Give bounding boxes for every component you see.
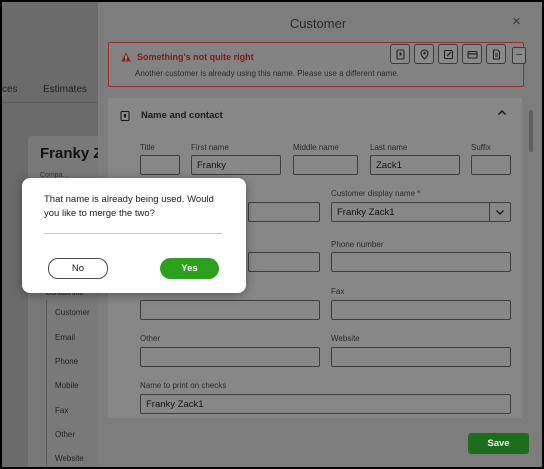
chevron-down-icon[interactable] [489, 203, 510, 221]
document-icon[interactable] [486, 44, 506, 64]
title-input[interactable] [140, 155, 180, 175]
side-item-website: Website [55, 454, 84, 463]
side-item-phone: Phone [55, 357, 79, 366]
tab-estimates[interactable]: Estimates [43, 84, 87, 95]
website-input[interactable] [331, 347, 511, 367]
print-name-label: Name to print on checks [140, 381, 227, 390]
fax-input[interactable] [331, 300, 511, 320]
section-title: Name and contact [141, 110, 223, 121]
merge-dialog-message: That name is already being used. Would y… [44, 194, 214, 219]
location-icon[interactable] [414, 44, 434, 64]
app-window: ces Estimates Franky Z Compa... Contact … [0, 0, 544, 469]
payment-icon[interactable] [462, 44, 482, 64]
no-button[interactable]: No [48, 258, 108, 279]
customer-name-heading: Franky Z [40, 145, 103, 162]
suffix-label: Suffix [471, 143, 491, 152]
middle-name-label: Middle name [293, 143, 339, 152]
merge-dialog: That name is already being used. Would y… [22, 178, 246, 293]
phone-input[interactable] [331, 252, 511, 272]
yes-button[interactable]: Yes [160, 258, 219, 279]
mobile-input[interactable] [140, 300, 320, 320]
contact-card-icon[interactable] [390, 44, 410, 64]
side-item-fax: Fax [55, 406, 69, 415]
side-item-email: Email [55, 333, 76, 342]
company-name-input[interactable] [248, 202, 320, 222]
save-button[interactable]: Save [468, 433, 529, 454]
other-input[interactable] [140, 347, 320, 367]
title-label: Title [140, 143, 155, 152]
display-name-value: Franky Zack1 [337, 207, 395, 218]
display-name-select[interactable]: Franky Zack1 [331, 202, 511, 222]
print-name-input[interactable]: Franky Zack1 [140, 394, 511, 414]
edit-note-icon[interactable] [438, 44, 458, 64]
warning-icon [121, 52, 131, 62]
first-name-label: First name [191, 143, 229, 152]
display-name-label: Customer display name * [331, 189, 421, 198]
error-message: Another customer is already using this n… [135, 69, 399, 78]
close-icon[interactable]: × [512, 14, 521, 29]
contact-card-icon [120, 111, 130, 121]
panel-scrollbar[interactable] [529, 110, 533, 152]
error-title: Something's not quite right [137, 52, 254, 62]
middle-name-input[interactable] [293, 155, 358, 175]
collapse-toolbar-button[interactable]: – [512, 47, 526, 64]
last-name-input[interactable]: Zack1 [370, 155, 460, 175]
email-input[interactable] [248, 252, 320, 272]
suffix-input[interactable] [471, 155, 511, 175]
last-name-label: Last name [370, 143, 408, 152]
fax-label: Fax [331, 287, 345, 296]
phone-label: Phone number [331, 240, 384, 249]
other-label: Other [140, 334, 161, 343]
side-item-other: Other [55, 430, 76, 439]
dialog-divider [44, 233, 222, 234]
side-item-mobile: Mobile [55, 381, 79, 390]
panel-toolbar [390, 44, 506, 64]
error-title-row: Something's not quite right [121, 52, 254, 62]
website-label: Website [331, 334, 360, 343]
tab-divider [2, 102, 98, 103]
tab-invoices[interactable]: ces [2, 84, 18, 95]
side-item-customer: Customer [55, 308, 90, 317]
panel-title: Customer [289, 16, 347, 31]
first-name-input[interactable]: Franky [191, 155, 281, 175]
chevron-up-icon[interactable] [497, 108, 507, 118]
